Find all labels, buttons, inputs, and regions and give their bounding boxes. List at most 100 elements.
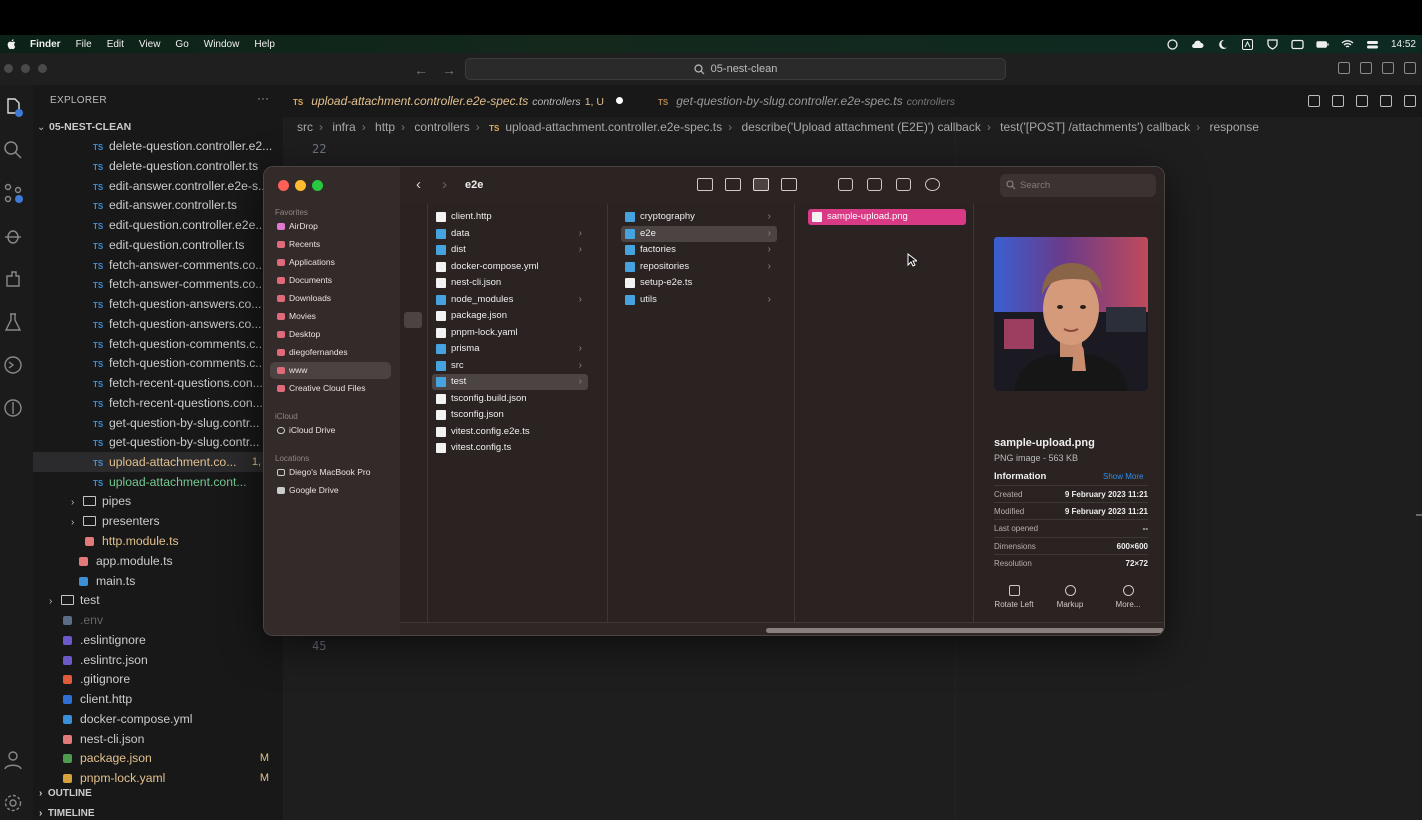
- menu-help[interactable]: Help: [254, 39, 275, 50]
- crumb[interactable]: controllers: [414, 120, 469, 134]
- outline-section[interactable]: › OUTLINE: [33, 784, 283, 804]
- root-file-item[interactable]: package.json M: [33, 748, 283, 768]
- back-arrow-icon[interactable]: ←: [414, 62, 428, 78]
- root-file-item[interactable]: http.module.ts: [33, 531, 283, 551]
- gitlens-icon[interactable]: [2, 397, 24, 419]
- root-file-item[interactable]: .gitignore: [33, 669, 283, 689]
- folder-item[interactable]: dist ›: [432, 242, 588, 258]
- crumb[interactable]: upload-attachment.controller.e2e-spec.ts: [505, 120, 722, 134]
- sidebar-item-favorite[interactable]: diegofernandes: [270, 344, 391, 361]
- file-item[interactable]: TS fetch-question-comments.c...: [33, 353, 283, 373]
- file-item[interactable]: TS fetch-recent-questions.con...: [33, 373, 283, 393]
- sidebar-item-favorite[interactable]: Applications: [270, 254, 391, 271]
- shield-icon[interactable]: [1266, 38, 1279, 50]
- close-button[interactable]: [278, 180, 289, 191]
- more-icon[interactable]: [1404, 95, 1416, 107]
- file-item[interactable]: TS get-question-by-slug.contr...: [33, 413, 283, 433]
- tab-get-question-by-slug[interactable]: TS get-question-by-slug.controller.e2e-sp…: [658, 85, 955, 117]
- sidebar-item-icloud-drive[interactable]: iCloud Drive: [270, 422, 391, 439]
- crumb[interactable]: http: [375, 120, 395, 134]
- debug-icon[interactable]: [2, 225, 24, 247]
- folder-item[interactable]: node_modules ›: [432, 292, 588, 308]
- minimize-button[interactable]: [295, 180, 306, 191]
- menu-finder[interactable]: Finder: [30, 39, 61, 50]
- folder-item[interactable]: test ›: [432, 374, 588, 390]
- command-center-search[interactable]: 05-nest-clean: [465, 58, 1006, 80]
- account-icon[interactable]: [2, 749, 24, 771]
- crumb[interactable]: infra: [332, 120, 355, 134]
- crumb[interactable]: describe('Upload attachment (E2E)') call…: [741, 120, 980, 134]
- root-file-item[interactable]: .eslintignore: [33, 630, 283, 650]
- share-icon[interactable]: [867, 178, 882, 191]
- timeline-section[interactable]: › TIMELINE: [33, 804, 283, 820]
- show-more-link[interactable]: Show More: [1103, 472, 1143, 481]
- toggle-secondary-sidebar-icon[interactable]: [1382, 62, 1394, 74]
- parent-selection[interactable]: [404, 312, 422, 328]
- file-item[interactable]: TS upload-attachment.co... 1,: [33, 452, 283, 472]
- sidebar-item-favorite[interactable]: Documents: [270, 272, 391, 289]
- crumb[interactable]: response: [1210, 120, 1259, 134]
- file-item[interactable]: tsconfig.json: [432, 407, 588, 423]
- menu-window[interactable]: Window: [204, 39, 240, 50]
- file-item[interactable]: setup-e2e.ts: [621, 275, 777, 291]
- minimize-window-button[interactable]: [21, 64, 30, 73]
- root-file-item[interactable]: .env: [33, 610, 283, 630]
- folder-item[interactable]: e2e ›: [621, 225, 777, 242]
- folder-item[interactable]: prisma ›: [432, 341, 588, 357]
- sidebar-item-favorite[interactable]: Desktop: [270, 326, 391, 343]
- sidebar-item-google-drive[interactable]: Google Drive: [270, 482, 391, 499]
- back-icon[interactable]: ‹: [416, 176, 421, 193]
- files-icon[interactable]: [2, 96, 24, 118]
- testing-icon[interactable]: [2, 311, 24, 333]
- forward-arrow-icon[interactable]: →: [442, 62, 456, 78]
- sidebar-item-favorite[interactable]: Movies: [270, 308, 391, 325]
- tab-upload-attachment[interactable]: TS upload-attachment.controller.e2e-spec.…: [293, 85, 623, 117]
- source-control-icon[interactable]: [2, 182, 24, 204]
- extensions-icon[interactable]: [2, 268, 24, 290]
- horizontal-scrollbar[interactable]: [400, 622, 1164, 635]
- sidebar-item-favorite[interactable]: Recents: [270, 236, 391, 253]
- new-file-icon[interactable]: [1356, 95, 1368, 107]
- menu-go[interactable]: Go: [175, 39, 188, 50]
- file-item[interactable]: vitest.config.e2e.ts: [432, 424, 588, 440]
- split-editor-icon[interactable]: [1380, 95, 1392, 107]
- file-item[interactable]: pnpm-lock.yaml: [432, 325, 588, 341]
- project-root[interactable]: ⌄ 05-NEST-CLEAN: [33, 116, 283, 136]
- sync-icon[interactable]: [1166, 38, 1179, 50]
- sidebar-item-favorite[interactable]: www: [270, 362, 391, 379]
- menu-edit[interactable]: Edit: [107, 39, 124, 50]
- toggle-sidebar-icon[interactable]: [1338, 62, 1350, 74]
- moon-icon[interactable]: [1216, 39, 1229, 50]
- zoom-button[interactable]: [312, 180, 323, 191]
- folder-item[interactable]: repositories ›: [621, 259, 777, 275]
- crumb[interactable]: src: [297, 120, 313, 134]
- file-item[interactable]: TS fetch-question-answers.co...: [33, 314, 283, 334]
- file-item[interactable]: TS fetch-question-comments.c...: [33, 334, 283, 354]
- root-file-item[interactable]: .eslintrc.json: [33, 650, 283, 670]
- folder-item[interactable]: data ›: [432, 226, 588, 242]
- forward-icon[interactable]: ›: [442, 176, 447, 193]
- file-item[interactable]: vitest.config.ts: [432, 440, 588, 456]
- file-item[interactable]: TS fetch-answer-comments.co...: [33, 274, 283, 294]
- folder-item[interactable]: cryptography ›: [621, 209, 777, 225]
- toggle-panel-icon[interactable]: [1360, 62, 1372, 74]
- unsaved-dot-icon[interactable]: [615, 97, 623, 104]
- file-item[interactable]: TS edit-question.controller.ts: [33, 235, 283, 255]
- remote-explorer-icon[interactable]: [2, 354, 24, 376]
- wifi-icon[interactable]: [1341, 39, 1354, 50]
- zoom-window-button[interactable]: [38, 64, 47, 73]
- file-item[interactable]: tsconfig.build.json: [432, 391, 588, 407]
- cloud-icon[interactable]: [1191, 39, 1204, 50]
- file-item[interactable]: TS fetch-recent-questions.con...: [33, 393, 283, 413]
- root-file-item[interactable]: docker-compose.yml: [33, 709, 283, 729]
- root-file-item[interactable]: › test: [33, 590, 283, 610]
- compare-changes-icon[interactable]: [1308, 95, 1320, 107]
- file-item[interactable]: TS upload-attachment.cont...: [33, 472, 283, 492]
- folder-item[interactable]: src ›: [432, 358, 588, 374]
- scroll-thumb[interactable]: [766, 628, 1164, 633]
- file-item[interactable]: TS delete-question.controller.e2...: [33, 136, 283, 156]
- root-file-item[interactable]: nest-cli.json: [33, 729, 283, 749]
- root-file-item[interactable]: app.module.ts: [33, 551, 283, 571]
- file-item[interactable]: package.json: [432, 308, 588, 324]
- file-item[interactable]: docker-compose.yml: [432, 259, 588, 275]
